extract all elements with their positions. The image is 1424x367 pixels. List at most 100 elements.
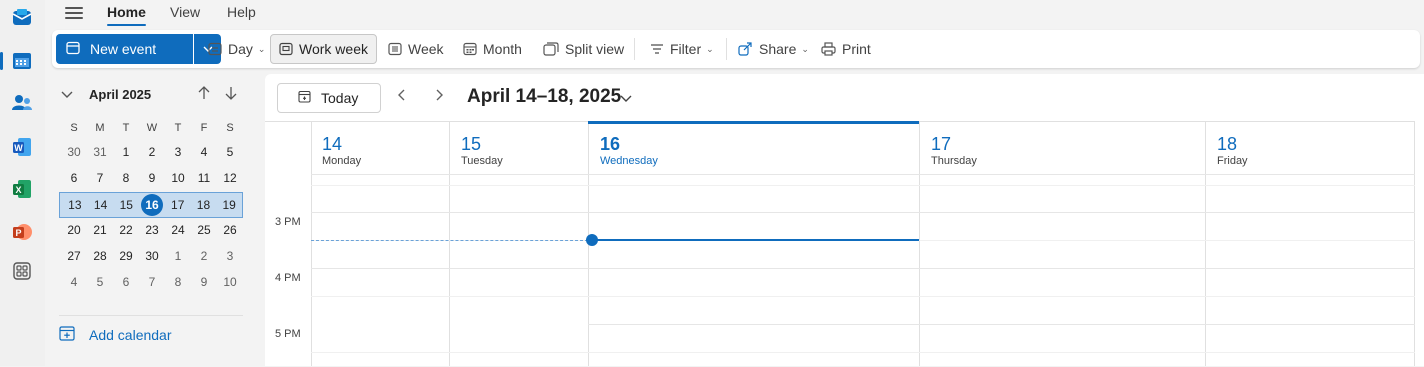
date-range-title[interactable]: April 14–18, 2025 — [467, 86, 621, 108]
week-row: 6 7 8 9 10 11 12 — [61, 166, 261, 192]
mini-day[interactable]: 28 — [87, 244, 113, 268]
selected-week-row[interactable]: 13 14 15 16 17 18 19 — [59, 192, 243, 218]
mini-day[interactable]: 27 — [61, 244, 87, 268]
mini-day[interactable]: 6 — [113, 270, 139, 294]
mini-day[interactable]: 10 — [165, 166, 191, 190]
print-button[interactable]: Print — [821, 34, 871, 64]
mini-calendar-month[interactable]: April 2025 — [89, 87, 151, 102]
tab-home[interactable]: Home — [107, 4, 146, 26]
thursday-time-slots[interactable] — [920, 175, 1205, 367]
day-header-friday[interactable]: 18 Friday — [1217, 122, 1248, 174]
add-calendar-link[interactable]: Add calendar — [59, 325, 172, 344]
weekday-label: M — [95, 122, 105, 134]
tab-view[interactable]: View — [170, 4, 200, 20]
month-view-icon — [463, 42, 477, 56]
day-name: Monday — [322, 155, 362, 167]
mini-day[interactable]: 8 — [113, 166, 139, 190]
mini-day[interactable]: 11 — [191, 166, 217, 190]
day-header-wednesday[interactable]: 16 Wednesday — [600, 122, 658, 174]
mini-day[interactable]: 14 — [88, 193, 114, 217]
svg-text:X: X — [15, 185, 21, 195]
mail-icon[interactable] — [11, 6, 33, 28]
next-month-arrow-icon[interactable] — [225, 86, 237, 103]
filter-button[interactable]: Filter ⌄ — [650, 34, 714, 64]
tab-help[interactable]: Help — [227, 4, 256, 20]
mini-day[interactable]: 19 — [216, 193, 242, 217]
mini-day[interactable]: 29 — [113, 244, 139, 268]
day-name: Wednesday — [600, 155, 658, 167]
mini-day[interactable]: 3 — [217, 244, 243, 268]
mini-day[interactable]: 2 — [139, 140, 165, 164]
mini-day[interactable]: 9 — [139, 166, 165, 190]
mini-day[interactable]: 1 — [113, 140, 139, 164]
time-label: 3 PM — [275, 216, 301, 228]
mini-day[interactable]: 22 — [113, 218, 139, 242]
day-header-thursday[interactable]: 17 Thursday — [931, 122, 977, 174]
mini-day[interactable]: 5 — [87, 270, 113, 294]
mini-day[interactable]: 10 — [217, 270, 243, 294]
mini-day[interactable]: 6 — [61, 166, 87, 190]
menu-bar: Home View Help — [45, 0, 1424, 28]
work-week-view-button[interactable]: Work week — [270, 34, 377, 64]
time-label: 4 PM — [275, 272, 301, 284]
mini-day[interactable]: 30 — [61, 140, 87, 164]
day-header-tuesday[interactable]: 15 Tuesday — [461, 122, 503, 174]
people-icon[interactable] — [11, 92, 33, 114]
mini-day[interactable]: 30 — [139, 244, 165, 268]
split-view-button[interactable]: Split view — [543, 34, 624, 64]
weekday-label: F — [200, 122, 208, 134]
mini-day[interactable]: 18 — [191, 193, 217, 217]
calendar-icon[interactable] — [0, 50, 33, 72]
mini-day[interactable]: 31 — [87, 140, 113, 164]
mini-day[interactable]: 25 — [191, 218, 217, 242]
mini-day[interactable]: 13 — [62, 193, 88, 217]
today-button[interactable]: Today — [277, 83, 381, 113]
chevron-down-icon[interactable] — [620, 90, 632, 108]
monday-time-slots[interactable] — [312, 175, 449, 367]
mini-day[interactable]: 4 — [61, 270, 87, 294]
day-name: Thursday — [931, 155, 977, 167]
share-button[interactable]: Share ⌄ — [738, 34, 809, 64]
mini-day[interactable]: 21 — [87, 218, 113, 242]
mini-day[interactable]: 9 — [191, 270, 217, 294]
weekday-label: T — [122, 122, 130, 134]
day-view-button[interactable]: Day ⌄ — [208, 34, 265, 64]
hamburger-menu-icon[interactable] — [65, 4, 83, 20]
apps-icon[interactable] — [11, 260, 33, 282]
toolbar-divider — [634, 38, 635, 60]
mini-day[interactable]: 20 — [61, 218, 87, 242]
week-view-button[interactable]: Week — [388, 34, 444, 64]
mini-day[interactable]: 7 — [87, 166, 113, 190]
collapse-chevron-icon[interactable] — [61, 86, 73, 104]
friday-time-slots[interactable] — [1206, 175, 1414, 367]
mini-day[interactable]: 8 — [165, 270, 191, 294]
print-label: Print — [842, 41, 871, 57]
mini-day-today[interactable]: 16 — [139, 193, 165, 217]
mini-day[interactable]: 24 — [165, 218, 191, 242]
day-number: 18 — [1217, 134, 1238, 154]
excel-icon[interactable]: X — [11, 178, 33, 200]
tuesday-time-slots[interactable] — [450, 175, 588, 367]
powerpoint-icon[interactable]: P — [11, 221, 33, 243]
wednesday-time-slots[interactable] — [589, 175, 919, 367]
new-event-button[interactable]: New event — [56, 34, 193, 64]
mini-day[interactable]: 26 — [217, 218, 243, 242]
mini-day[interactable]: 12 — [217, 166, 243, 190]
mini-day[interactable]: 1 — [165, 244, 191, 268]
word-icon[interactable]: W — [11, 136, 33, 158]
mini-day[interactable]: 17 — [165, 193, 191, 217]
mini-day[interactable]: 15 — [113, 193, 139, 217]
mini-day[interactable]: 23 — [139, 218, 165, 242]
mini-day[interactable]: 3 — [165, 140, 191, 164]
mini-day[interactable]: 2 — [191, 244, 217, 268]
day-header-monday[interactable]: 14 Monday — [322, 122, 361, 174]
month-view-button[interactable]: Month — [463, 34, 522, 64]
mini-day[interactable]: 7 — [139, 270, 165, 294]
previous-month-arrow-icon[interactable] — [198, 86, 210, 103]
mini-day[interactable]: 4 — [191, 140, 217, 164]
previous-week-arrow-icon[interactable] — [397, 88, 405, 105]
mini-day[interactable]: 5 — [217, 140, 243, 164]
filter-icon — [650, 43, 664, 55]
next-week-arrow-icon[interactable] — [436, 88, 444, 105]
svg-text:W: W — [14, 143, 23, 153]
